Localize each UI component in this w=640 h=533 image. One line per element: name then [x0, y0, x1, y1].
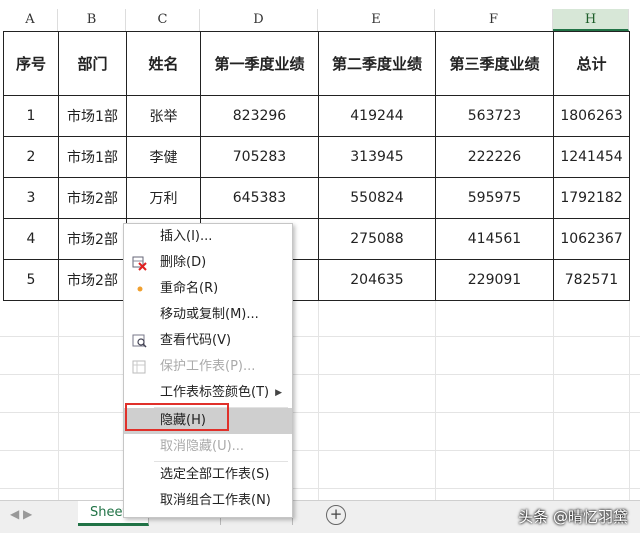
- grid-line: [0, 450, 640, 451]
- table-cell[interactable]: 市场1部: [58, 95, 127, 137]
- menu-item-label: 插入(I)...: [160, 229, 213, 244]
- table-cell[interactable]: 市场2部: [58, 177, 127, 219]
- menu-item-view-code[interactable]: 查看代码(V): [124, 328, 292, 354]
- menu-item-label: 选定全部工作表(S): [160, 467, 270, 482]
- header-cell[interactable]: 第一季度业绩: [200, 31, 319, 96]
- table-cell[interactable]: 595975: [435, 177, 554, 219]
- column-header-c[interactable]: C: [126, 9, 200, 31]
- highlight-annotation-box: [125, 403, 229, 431]
- menu-item-select-all-sheets[interactable]: 选定全部工作表(S): [124, 462, 292, 488]
- spreadsheet-area[interactable]: A B C D E F H 序号 部门 姓名 第一季度业绩 第二季度业绩 第三季…: [0, 0, 640, 500]
- table-cell[interactable]: 823296: [200, 95, 319, 137]
- table-cell[interactable]: 1: [3, 95, 59, 137]
- menu-item-label: 移动或复制(M)...: [160, 307, 259, 322]
- table-cell[interactable]: 550824: [318, 177, 436, 219]
- table-cell[interactable]: 563723: [435, 95, 554, 137]
- menu-item-insert[interactable]: 插入(I)...: [124, 224, 292, 250]
- table-cell[interactable]: 万利: [126, 177, 201, 219]
- menu-item-label: 删除(D): [160, 255, 207, 270]
- table-cell[interactable]: 张举: [126, 95, 201, 137]
- rename-dot-icon: [132, 281, 148, 297]
- table-cell[interactable]: 419244: [318, 95, 436, 137]
- table-cell[interactable]: 市场2部: [58, 218, 127, 260]
- submenu-arrow-icon: ▶: [275, 388, 282, 398]
- sheet-context-menu: 插入(I)... 删除(D) 重命名(R) 移动或复制(M)... 查看代码(V…: [123, 223, 293, 518]
- data-table: 序号 部门 姓名 第一季度业绩 第二季度业绩 第三季度业绩 总计 1 市场1部 …: [3, 31, 630, 301]
- table-row: 3 市场2部 万利 645383 550824 595975 1792182: [3, 177, 630, 219]
- watermark-text: 头条 @晴忆羽黛: [518, 508, 628, 526]
- grid-line: [0, 488, 640, 489]
- column-header-f[interactable]: F: [435, 9, 553, 31]
- menu-item-rename[interactable]: 重命名(R): [124, 276, 292, 302]
- table-cell[interactable]: 市场1部: [58, 136, 127, 178]
- table-cell[interactable]: 3: [3, 177, 59, 219]
- menu-item-move-copy[interactable]: 移动或复制(M)...: [124, 302, 292, 328]
- table-cell[interactable]: 李健: [126, 136, 201, 178]
- header-cell[interactable]: 序号: [3, 31, 59, 96]
- table-cell[interactable]: 782571: [553, 259, 630, 301]
- column-header-e[interactable]: E: [318, 9, 435, 31]
- delete-sheet-icon: [132, 255, 148, 271]
- column-header-d[interactable]: D: [200, 9, 318, 31]
- protect-sheet-icon: [132, 359, 148, 375]
- table-cell[interactable]: 222226: [435, 136, 554, 178]
- column-header-b[interactable]: B: [58, 9, 126, 31]
- table-cell[interactable]: 705283: [200, 136, 319, 178]
- grid-line: [0, 412, 640, 413]
- table-row: 1 市场1部 张举 823296 419244 563723 1806263: [3, 95, 630, 137]
- table-cell[interactable]: 4: [3, 218, 59, 260]
- table-header-row: 序号 部门 姓名 第一季度业绩 第二季度业绩 第三季度业绩 总计: [3, 31, 630, 96]
- menu-item-unhide: 取消隐藏(U)...: [124, 434, 292, 460]
- table-cell[interactable]: 1806263: [553, 95, 630, 137]
- header-cell[interactable]: 第二季度业绩: [318, 31, 436, 96]
- table-cell[interactable]: 1792182: [553, 177, 630, 219]
- table-cell[interactable]: 市场2部: [58, 259, 127, 301]
- table-cell[interactable]: 1241454: [553, 136, 630, 178]
- table-cell[interactable]: 414561: [435, 218, 554, 260]
- header-cell[interactable]: 第三季度业绩: [435, 31, 554, 96]
- menu-item-label: 取消隐藏(U)...: [160, 439, 245, 454]
- table-cell[interactable]: 645383: [200, 177, 319, 219]
- menu-item-label: 取消组合工作表(N): [160, 493, 271, 508]
- column-header-h[interactable]: H: [553, 9, 629, 31]
- table-row: 4 市场2部 275088 414561 1062367: [3, 218, 630, 260]
- table-cell[interactable]: 275088: [318, 218, 436, 260]
- table-cell[interactable]: 204635: [318, 259, 436, 301]
- header-cell[interactable]: 姓名: [126, 31, 201, 96]
- grid-line: [0, 374, 640, 375]
- header-cell[interactable]: 总计: [553, 31, 630, 96]
- table-cell[interactable]: 313945: [318, 136, 436, 178]
- table-row: 2 市场1部 李健 705283 313945 222226 1241454: [3, 136, 630, 178]
- table-cell[interactable]: 2: [3, 136, 59, 178]
- menu-item-label: 保护工作表(P)...: [160, 359, 256, 374]
- sheet-nav-arrows-icon[interactable]: ◀ ▶: [10, 507, 32, 521]
- table-cell[interactable]: 229091: [435, 259, 554, 301]
- add-sheet-icon[interactable]: +: [326, 505, 346, 525]
- table-cell[interactable]: 5: [3, 259, 59, 301]
- view-code-icon: [132, 333, 148, 349]
- menu-item-protect-sheet: 保护工作表(P)...: [124, 354, 292, 380]
- menu-item-label: 查看代码(V): [160, 333, 232, 348]
- column-header-a[interactable]: A: [3, 9, 58, 31]
- menu-item-ungroup-sheets[interactable]: 取消组合工作表(N): [124, 488, 292, 514]
- grid-line: [0, 336, 640, 337]
- table-cell[interactable]: 1062367: [553, 218, 630, 260]
- table-row: 5 市场2部 204635 229091 782571: [3, 259, 630, 301]
- menu-item-delete[interactable]: 删除(D): [124, 250, 292, 276]
- menu-item-label: 重命名(R): [160, 281, 219, 296]
- column-header-row: A B C D E F H: [0, 9, 640, 31]
- header-cell[interactable]: 部门: [58, 31, 127, 96]
